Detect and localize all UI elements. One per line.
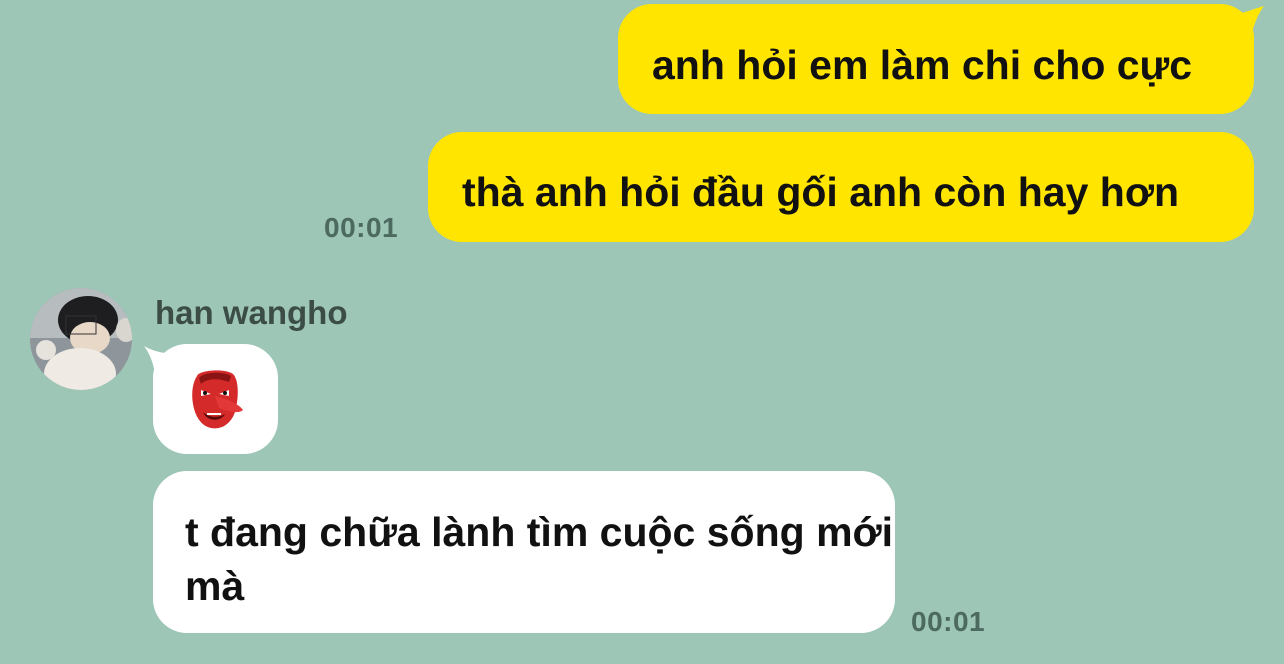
message-timestamp: 00:01 [324, 212, 399, 243]
outgoing-message[interactable]: thà anh hỏi đầu gối anh còn hay hơn [428, 132, 1254, 242]
message-text: thà anh hỏi đầu gối anh còn hay hơn [462, 169, 1180, 215]
message-text: t đang chữa lành tìm cuộc sống mới mà [185, 509, 894, 609]
avatar[interactable] [30, 288, 132, 390]
sender-name: han wangho [155, 294, 348, 331]
outgoing-message[interactable]: anh hỏi em làm chi cho cực [618, 4, 1254, 114]
chat-area: anh hỏi em làm chi cho cực thà anh hỏi đ… [0, 0, 1284, 664]
message-text: anh hỏi em làm chi cho cực [652, 42, 1193, 88]
red-tengu-mask-icon [192, 370, 243, 429]
message-timestamp: 00:01 [911, 606, 986, 637]
avatar-image [30, 288, 132, 390]
incoming-message[interactable]: t đang chữa lành tìm cuộc sống mới mà [153, 471, 895, 633]
incoming-sticker-message[interactable] [153, 344, 278, 454]
